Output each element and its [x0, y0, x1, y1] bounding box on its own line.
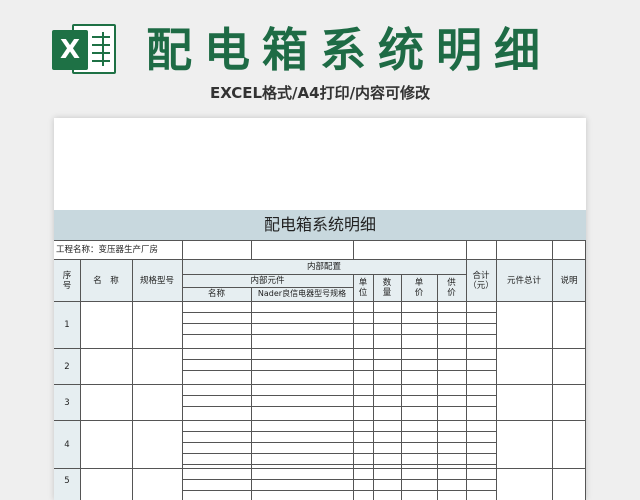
row-number: 4: [64, 440, 70, 450]
sheet-title: 配电箱系统明细: [54, 210, 586, 240]
header-unit-price: 单价: [414, 278, 424, 298]
row-number: 2: [64, 362, 70, 372]
header-internal-parts: 内部元件: [250, 276, 285, 286]
header-notes: 说明: [560, 276, 578, 286]
header-part-name: 名称: [207, 289, 225, 299]
header-spec: 规格型号: [139, 276, 174, 286]
header-internal-config: 内部配置: [306, 262, 341, 272]
row-number: 5: [64, 476, 70, 486]
excel-logo-icon: X: [52, 20, 118, 78]
spreadsheet-page: 配电箱系统明细 工程名称：变压器生产厂房 序号 名 称 规格型号 内部配置 内部…: [54, 118, 586, 500]
header-seq: 序号: [62, 271, 72, 291]
header-total: 合计（元）: [468, 271, 494, 291]
header-qty: 数量: [382, 278, 392, 298]
banner-subtitle: EXCEL格式/A4打印/内容可修改: [209, 84, 431, 102]
header-parts-total: 元件总计: [506, 276, 541, 286]
header-name: 名 称: [93, 276, 119, 286]
header-unit: 单位: [358, 278, 368, 298]
banner: X 配电箱系统明细 EXCEL格式/A4打印/内容可修改: [0, 0, 640, 118]
row-number: 3: [64, 398, 70, 408]
header-part-spec: Nader良信电器型号规格: [257, 289, 347, 298]
row-number: 1: [64, 320, 70, 330]
project-name-label: 工程名称：变压器生产厂房: [56, 245, 159, 255]
header-supply-price: 供价: [447, 278, 456, 298]
banner-title: 配电箱系统明细: [146, 23, 552, 77]
